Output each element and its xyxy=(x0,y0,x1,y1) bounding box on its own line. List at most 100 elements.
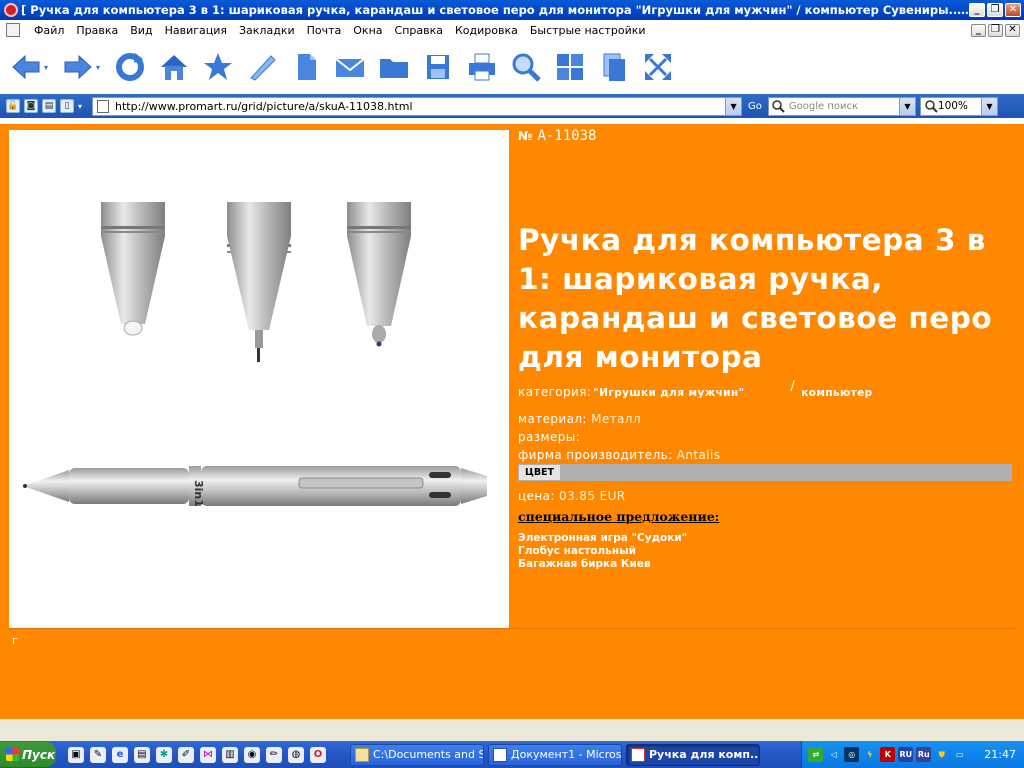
menu-file[interactable]: Файл xyxy=(28,24,70,37)
menu-view[interactable]: Вид xyxy=(124,24,158,37)
home-icon[interactable] xyxy=(156,49,192,85)
menu-edit[interactable]: Правка xyxy=(70,24,124,37)
language-ru-icon[interactable]: RU xyxy=(898,747,914,762)
menu-mail[interactable]: Почта xyxy=(301,24,348,37)
search-input[interactable]: Google поиск ▼ xyxy=(767,96,916,116)
task-word[interactable]: Документ1 - Micros... xyxy=(488,743,622,766)
windows-icon[interactable] xyxy=(552,49,588,85)
url-text[interactable]: http://www.promart.ru/grid/picture/a/sku… xyxy=(115,100,725,113)
globe-icon[interactable]: ◍ xyxy=(288,746,304,763)
manufacturer-row: фирма производитель: Antalis xyxy=(518,448,1018,462)
lightning-icon[interactable]: ϟ xyxy=(862,747,877,762)
task-opera[interactable]: Ручка для комп... xyxy=(626,743,760,766)
search-icon[interactable] xyxy=(508,49,544,85)
camera-icon[interactable]: ◙ xyxy=(24,99,38,113)
task-label: C:\Documents and S... xyxy=(373,748,484,761)
special-offer-item[interactable]: Багажная бирка Киев xyxy=(518,558,1018,571)
search-dropdown-icon[interactable]: ▼ xyxy=(898,97,915,115)
media-icon[interactable]: ◉ xyxy=(244,746,260,763)
zoom-select[interactable]: 100% ▼ xyxy=(919,96,998,116)
antivirus-icon[interactable]: K xyxy=(880,747,896,762)
doc-minimize-button[interactable]: _ xyxy=(971,23,986,37)
product-info: № A-11038 Ручка для компьютера 3 в 1: ша… xyxy=(518,128,1018,571)
copy-icon[interactable] xyxy=(596,49,632,85)
task-explorer[interactable]: C:\Documents and S... xyxy=(350,743,484,766)
save-icon[interactable] xyxy=(420,49,456,85)
menu-quick-prefs[interactable]: Быстрые настройки xyxy=(524,24,652,37)
zoom-dropdown-icon[interactable]: ▼ xyxy=(980,97,997,115)
show-desktop-icon[interactable]: ▣ xyxy=(68,746,84,763)
menu-windows[interactable]: Окна xyxy=(347,24,388,37)
doc-close-button[interactable]: ✕ xyxy=(1005,23,1020,37)
url-input[interactable]: http://www.promart.ru/grid/picture/a/sku… xyxy=(92,96,743,116)
go-button[interactable]: Go xyxy=(746,101,764,112)
special-offer-list: Электронная игра "Судоки" Глобус настоль… xyxy=(518,532,1018,571)
material-row: материал: Металл xyxy=(518,412,1018,426)
keyboard-ru-icon[interactable]: Ru xyxy=(916,747,932,762)
window-title-bar[interactable]: [ Ручка для компьютера 3 в 1: шариковая … xyxy=(0,0,1024,20)
printer-quick-icon[interactable]: ▤ xyxy=(134,746,150,763)
special-offer-heading[interactable]: специальное предложение: xyxy=(518,509,1018,524)
menu-bookmarks[interactable]: Закладки xyxy=(233,24,301,37)
menu-navigation[interactable]: Навигация xyxy=(159,24,233,37)
page-viewport[interactable]: 3in1 № A-11038 Ручка для компьютера 3 в … xyxy=(0,118,1024,719)
printer-icon[interactable]: ▤ xyxy=(42,99,56,113)
tool-icon[interactable]: ✐ xyxy=(178,746,194,763)
mail-icon[interactable] xyxy=(332,49,368,85)
category-label: категория: xyxy=(518,385,592,399)
asterisk-icon[interactable]: ✱ xyxy=(156,746,172,763)
document-icon[interactable] xyxy=(6,23,20,37)
ribbon-icon[interactable]: ⋈ xyxy=(200,746,216,763)
menu-encoding[interactable]: Кодировка xyxy=(449,24,524,37)
page-favicon-icon xyxy=(97,99,110,113)
notepad-icon[interactable]: ✎ xyxy=(90,746,106,763)
maximize-button[interactable]: ❐ xyxy=(987,3,1003,17)
print-icon[interactable] xyxy=(464,49,500,85)
price-row: цена: 03.85 EUR xyxy=(518,489,1018,503)
minimize-button[interactable]: _ xyxy=(969,3,985,17)
color-bar: ЦВЕТ xyxy=(518,464,1012,481)
menu-help[interactable]: Справка xyxy=(389,24,449,37)
forward-dropdown-icon[interactable]: ▾ xyxy=(96,63,104,72)
folder-quick-icon[interactable]: ▥ xyxy=(222,746,238,763)
special-offer-item[interactable]: Электронная игра "Судоки" xyxy=(518,532,1018,545)
pencil-tip xyxy=(227,202,291,362)
star-icon[interactable] xyxy=(200,49,236,85)
lock-icon[interactable]: 🔓 xyxy=(6,99,20,113)
network-icon[interactable]: ⇄ xyxy=(808,747,824,762)
sku-code: A-11038 xyxy=(537,128,597,144)
back-arrow-icon[interactable] xyxy=(8,49,44,85)
fullscreen-icon[interactable] xyxy=(640,49,676,85)
category-link-computer[interactable]: компьютер xyxy=(801,387,872,399)
media-tray-icon[interactable]: ◎ xyxy=(844,747,860,762)
internet-explorer-icon[interactable]: e xyxy=(112,746,128,763)
back-dropdown-icon[interactable]: ▾ xyxy=(44,63,52,72)
pen-body: 3in1 xyxy=(23,466,487,507)
category-link-toys[interactable]: "Игрушки для мужчин" xyxy=(593,387,744,399)
reload-icon[interactable] xyxy=(112,49,148,85)
page-icon[interactable] xyxy=(288,49,324,85)
special-offer-item[interactable]: Глобус настольный xyxy=(518,545,1018,558)
forward-arrow-icon[interactable] xyxy=(60,49,96,85)
pen-icon[interactable] xyxy=(244,49,280,85)
material-value: Металл xyxy=(591,412,641,426)
shield-icon[interactable]: ⛊ xyxy=(934,747,949,762)
clock: 21:47 xyxy=(984,748,1016,761)
opera-quick-icon[interactable]: O xyxy=(310,746,326,763)
page-small-icon[interactable]: ▯ xyxy=(60,99,74,113)
folder-icon[interactable] xyxy=(376,49,412,85)
display-icon[interactable]: ▭ xyxy=(952,747,967,762)
zoom-icon xyxy=(925,100,938,113)
main-toolbar: ▾ ▾ xyxy=(0,40,1024,94)
close-button[interactable]: ✕ xyxy=(1005,3,1021,17)
ballpoint-tip xyxy=(347,202,411,347)
menu-bar: Файл Правка Вид Навигация Закладки Почта… xyxy=(0,20,1024,40)
start-button[interactable]: Пуск xyxy=(0,742,56,767)
volume-icon[interactable]: ◁ xyxy=(826,747,841,762)
zoom-value: 100% xyxy=(937,100,968,112)
doc-restore-button[interactable]: ❐ xyxy=(988,23,1003,37)
url-dropdown-icon[interactable]: ▼ xyxy=(725,97,742,115)
product-image: 3in1 xyxy=(9,130,509,629)
panel-dropdown-icon[interactable]: ▾ xyxy=(78,102,82,111)
pencil-quick-icon[interactable]: ✏ xyxy=(266,746,282,763)
